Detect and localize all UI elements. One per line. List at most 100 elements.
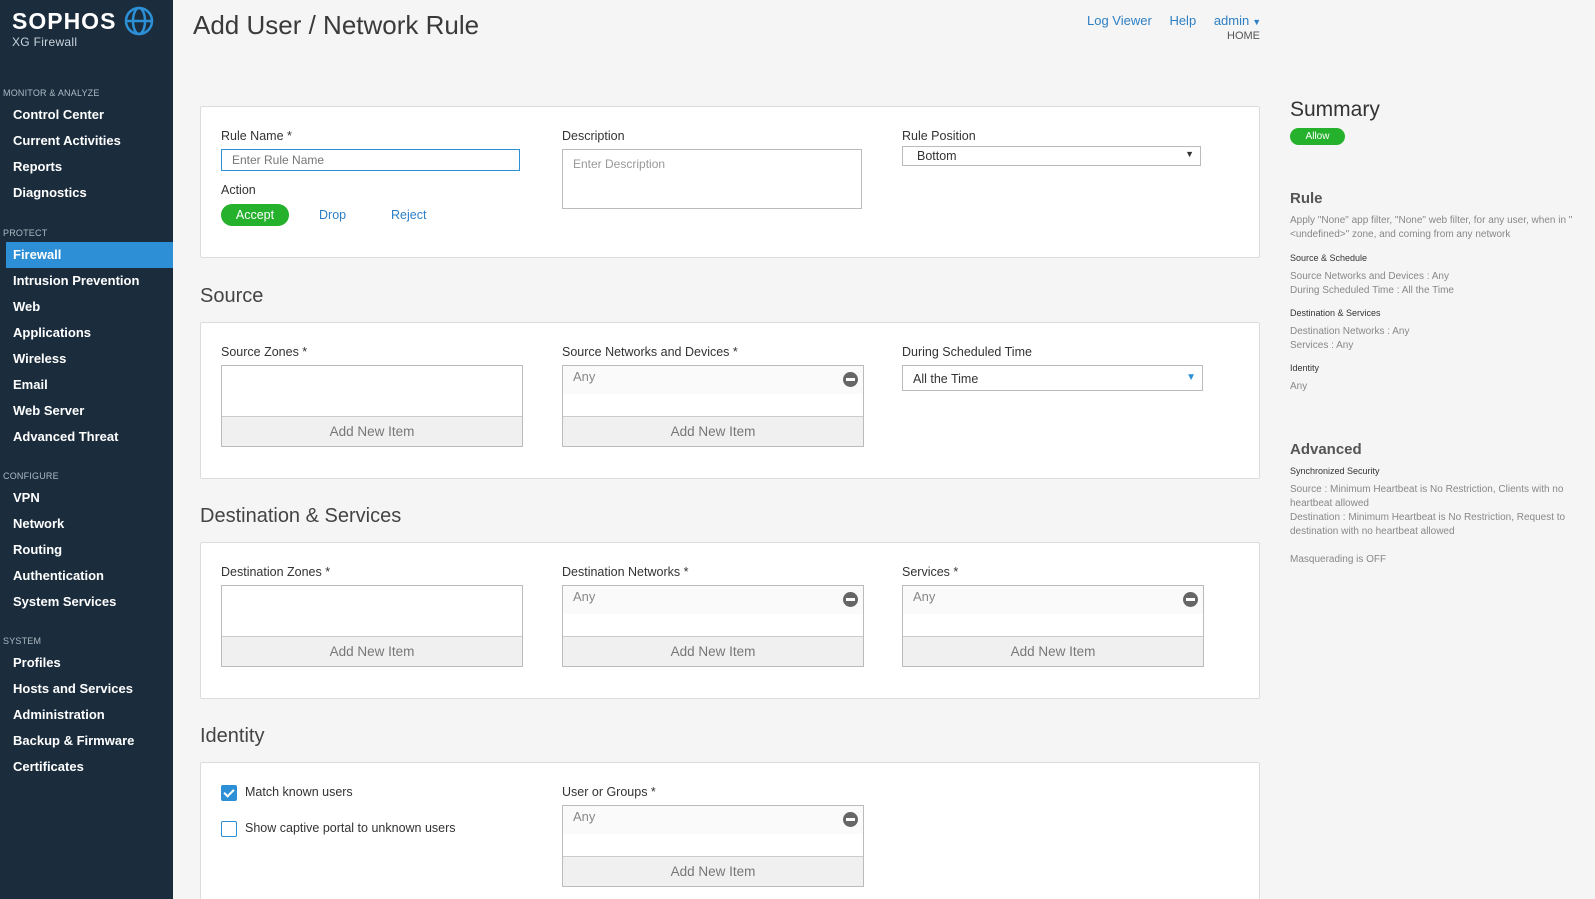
home-link[interactable]: HOME (1227, 30, 1260, 42)
sidebar-item-routing[interactable]: Routing (0, 537, 173, 563)
rule-name-label: Rule Name * (221, 129, 292, 143)
nav-header: SYSTEM (3, 636, 42, 646)
source-networks-list[interactable]: Any Add New Item (562, 365, 864, 447)
scheduled-time-select[interactable]: All the Time ▼ (902, 365, 1203, 391)
sidebar-item-wireless[interactable]: Wireless (0, 346, 173, 372)
user-groups-label: User or Groups * (562, 785, 656, 799)
nav-header: CONFIGURE (3, 471, 59, 481)
services-value: Any (913, 589, 936, 604)
accept-button[interactable]: Accept (221, 204, 289, 226)
rule-position-label: Rule Position (902, 129, 976, 143)
remove-icon[interactable] (843, 592, 858, 607)
help-link[interactable]: Help (1169, 13, 1196, 28)
sidebar-item-diagnostics[interactable]: Diagnostics (0, 180, 173, 206)
chevron-down-icon: ▼ (1252, 17, 1262, 27)
remove-icon[interactable] (1183, 592, 1198, 607)
rule-name-input[interactable] (221, 149, 520, 171)
summary-scheduled-time: During Scheduled Time : All the Time (1290, 285, 1454, 296)
chevron-down-icon: ▼ (1186, 372, 1196, 383)
nav-section-monitor: MONITOR & ANALYZE Control Center Current… (0, 84, 173, 206)
page-title: Add User / Network Rule (193, 10, 480, 40)
action-label: Action (221, 183, 256, 197)
summary-advanced-heading: Advanced (1290, 441, 1362, 458)
sidebar-item-control-center[interactable]: Control Center (0, 102, 173, 128)
rule-position-select[interactable]: Bottom ▼ (902, 146, 1201, 166)
brand-name: SOPHOS (12, 8, 117, 34)
add-new-item-button[interactable]: Add New Item (903, 636, 1203, 666)
sidebar-item-email[interactable]: Email (0, 372, 173, 398)
sidebar-item-advanced-threat[interactable]: Advanced Threat (0, 424, 173, 450)
top-nav: Log Viewer Help admin ▼ (1087, 13, 1289, 28)
match-known-users-checkbox[interactable] (221, 785, 237, 801)
drop-button[interactable]: Drop (319, 208, 346, 222)
match-known-users-label: Match known users (245, 785, 353, 799)
admin-menu[interactable]: admin ▼ (1214, 13, 1275, 28)
destination-networks-list[interactable]: Any Add New Item (562, 585, 864, 667)
remove-icon[interactable] (843, 372, 858, 387)
captive-portal-label: Show captive portal to unknown users (245, 821, 456, 835)
list-item: Any (563, 366, 863, 394)
description-label: Description (562, 129, 625, 143)
sidebar-item-web[interactable]: Web (0, 294, 173, 320)
destination-networks-label: Destination Networks * (562, 565, 689, 579)
services-list[interactable]: Any Add New Item (902, 585, 1204, 667)
add-new-item-button[interactable]: Add New Item (222, 416, 522, 446)
identity-section-title: Identity (200, 725, 265, 747)
log-viewer-link[interactable]: Log Viewer (1087, 13, 1152, 28)
sidebar-item-vpn[interactable]: VPN (0, 485, 173, 511)
add-new-item-button[interactable]: Add New Item (563, 636, 863, 666)
sidebar-item-network[interactable]: Network (0, 511, 173, 537)
sidebar-item-web-server[interactable]: Web Server (0, 398, 173, 424)
remove-icon[interactable] (843, 812, 858, 827)
sidebar: SOPHOS XG Firewall MONITOR & ANALYZE Con… (0, 0, 173, 899)
nav-section-system: SYSTEM Profiles Hosts and Services Admin… (0, 632, 173, 780)
summary-rule-text: Apply "None" app filter, "None" web filt… (1290, 215, 1573, 240)
destination-zones-list[interactable]: Add New Item (221, 585, 523, 667)
summary-destination-heading: Destination & Services (1290, 308, 1381, 318)
list-item: Any (563, 806, 863, 834)
source-section-title: Source (200, 285, 264, 307)
sidebar-item-authentication[interactable]: Authentication (0, 563, 173, 589)
sidebar-item-profiles[interactable]: Profiles (0, 650, 173, 676)
sidebar-item-backup-firmware[interactable]: Backup & Firmware (0, 728, 173, 754)
source-zones-label: Source Zones * (221, 345, 308, 359)
user-groups-value: Any (573, 809, 596, 824)
summary-source-networks: Source Networks and Devices : Any (1290, 271, 1449, 282)
destination-zones-label: Destination Zones * (221, 565, 331, 579)
destination-section-title: Destination & Services (200, 505, 402, 527)
user-groups-list[interactable]: Any Add New Item (562, 805, 864, 887)
add-new-item-button[interactable]: Add New Item (563, 856, 863, 886)
sidebar-item-administration[interactable]: Administration (0, 702, 173, 728)
destination-networks-value: Any (573, 589, 596, 604)
summary-rule-heading: Rule (1290, 190, 1323, 207)
add-new-item-button[interactable]: Add New Item (563, 416, 863, 446)
nav-section-protect: PROTECT Firewall Intrusion Prevention We… (0, 224, 173, 450)
status-badge: Allow (1290, 128, 1345, 145)
sidebar-item-applications[interactable]: Applications (0, 320, 173, 346)
sidebar-item-reports[interactable]: Reports (0, 154, 173, 180)
add-new-item-button[interactable]: Add New Item (222, 636, 522, 666)
summary-identity-heading: Identity (1290, 363, 1320, 373)
sidebar-item-intrusion-prevention[interactable]: Intrusion Prevention (0, 268, 173, 294)
summary-identity-value: Any (1290, 381, 1308, 392)
sidebar-item-hosts-and-services[interactable]: Hosts and Services (0, 676, 173, 702)
summary-sync-destination: Destination : Minimum Heartbeat is No Re… (1290, 512, 1566, 537)
source-networks-value: Any (573, 369, 596, 384)
globe-icon (124, 6, 154, 36)
summary-title: Summary (1290, 98, 1380, 121)
description-input[interactable]: Enter Description (562, 149, 862, 209)
summary-sync-source: Source : Minimum Heartbeat is No Restric… (1290, 484, 1564, 509)
services-label: Services * (902, 565, 959, 579)
admin-label: admin (1213, 13, 1250, 28)
sidebar-item-firewall[interactable]: Firewall (6, 242, 173, 268)
reject-button[interactable]: Reject (391, 208, 426, 222)
brand-logo[interactable]: SOPHOS XG Firewall (12, 8, 116, 49)
list-item: Any (903, 586, 1203, 614)
source-networks-label: Source Networks and Devices * (562, 345, 738, 359)
captive-portal-checkbox[interactable] (221, 821, 237, 837)
sidebar-item-system-services[interactable]: System Services (0, 589, 173, 615)
source-zones-list[interactable]: Add New Item (221, 365, 523, 447)
sidebar-item-current-activities[interactable]: Current Activities (0, 128, 173, 154)
sidebar-item-certificates[interactable]: Certificates (0, 754, 173, 780)
summary-source-heading: Source & Schedule (1290, 253, 1368, 263)
